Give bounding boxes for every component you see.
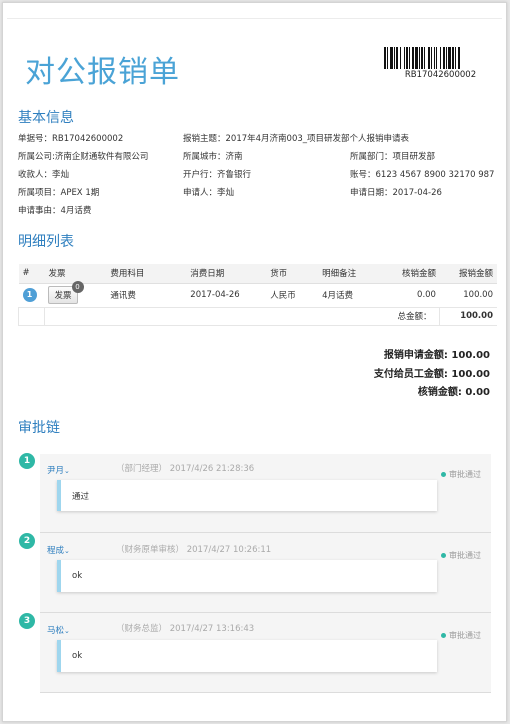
- approval-comment: 通过: [57, 480, 437, 511]
- approver-role: （部门经理）: [116, 464, 168, 474]
- step-divider: [40, 612, 491, 613]
- doc-number: 单据号：RB17042600002: [18, 134, 124, 144]
- step-number-badge: 3: [19, 613, 35, 629]
- total-value: 100.00: [439, 307, 497, 326]
- step-number-badge: 1: [19, 453, 35, 469]
- step-number-badge: 2: [19, 533, 35, 549]
- status-dot-icon: [441, 553, 446, 558]
- approver-role-time: （财务原单审核） 2017/4/27 10:26:11: [116, 543, 271, 555]
- table-row: 1 发票 0 通讯费 2017-04-26 人民币 4月话费 0.00 100.…: [18, 281, 497, 308]
- row-index-cell: 1: [18, 283, 45, 308]
- detail-list-heading: 明细列表: [18, 234, 74, 250]
- col-date: 消费日期: [186, 264, 267, 284]
- step-divider: [40, 692, 491, 693]
- approver-name-link[interactable]: 程成⌄: [47, 544, 70, 556]
- invoice-cell: 发票 0: [44, 281, 107, 308]
- approval-time: 2017/4/26 21:28:36: [169, 464, 255, 474]
- barcode: [384, 47, 460, 69]
- account-number: 账号：6123 4567 8900 32170 987: [350, 170, 495, 180]
- expense-subject: 报销主题：2017年4月济南003_项目研发部个人报销申请表: [183, 134, 410, 144]
- apply-amount-summary: 报销申请金额: 100.00: [383, 350, 490, 361]
- project: 所属项目：APEX 1期: [18, 188, 100, 198]
- document-title: 对公报销单: [25, 55, 180, 90]
- approver-name: 程成: [47, 546, 65, 556]
- approver-name-link[interactable]: 马松⌄: [47, 624, 70, 636]
- col-writeoff: 核销金额: [386, 264, 440, 284]
- city: 所属城市：济南: [183, 152, 243, 162]
- col-category: 费用科目: [106, 264, 187, 284]
- approval-time: 2017/4/27 10:26:11: [186, 545, 272, 555]
- col-currency: 货币: [266, 264, 319, 284]
- status-dot-icon: [441, 472, 446, 477]
- chevron-down-icon: ⌄: [64, 627, 70, 635]
- apply-reason: 申请事由：4月话费: [18, 206, 92, 216]
- approval-comment: ok: [57, 560, 437, 592]
- top-divider: [7, 18, 502, 19]
- col-index: #: [18, 264, 45, 284]
- col-note: 明细备注: [318, 264, 387, 284]
- basic-info-heading: 基本信息: [18, 110, 74, 126]
- table-header-row: # 发票 费用科目 消费日期 货币 明细备注 核销金额 报销金额: [18, 264, 497, 284]
- invoice-count-badge: 0: [71, 281, 84, 293]
- col-invoice: 发票: [44, 264, 107, 284]
- barcode-number: RB17042600002: [404, 70, 477, 80]
- approver-role-time: （财务总监） 2017/4/27 13:16:43: [116, 622, 254, 634]
- writeoff-cell: 0.00: [386, 283, 440, 308]
- currency-cell: 人民币: [266, 283, 319, 308]
- approver-role: （财务原单审核）: [116, 545, 185, 555]
- approver-name: 马松: [47, 626, 65, 636]
- step-divider: [40, 532, 491, 533]
- approval-status: 审批通过: [441, 550, 481, 561]
- detail-table: # 发票 费用科目 消费日期 货币 明细备注 核销金额 报销金额 1 发票 0: [18, 264, 497, 326]
- approval-chain-heading: 审批链: [18, 420, 60, 436]
- approval-status: 审批通过: [441, 630, 481, 641]
- approver-role-time: （部门经理） 2017/4/26 21:28:36: [116, 462, 254, 474]
- approval-status-text: 审批通过: [449, 631, 481, 640]
- status-dot-icon: [441, 633, 446, 638]
- chevron-down-icon: ⌄: [64, 467, 70, 475]
- col-amount: 报销金额: [439, 264, 497, 284]
- bank: 开户行：齐鲁银行: [183, 170, 252, 180]
- note-cell: 4月话费: [318, 283, 387, 308]
- payee: 收款人：李灿: [18, 170, 70, 180]
- expense-form-sheet: 对公报销单 RB17042600002 基本信息 单据号：RB170426000…: [2, 2, 507, 722]
- writeoff-amount-summary: 核销金额: 0.00: [417, 387, 490, 398]
- category-cell: 通讯费: [106, 283, 187, 308]
- company: 所属公司:济南企财通软件有限公司: [18, 152, 149, 162]
- amount-cell: 100.00: [439, 283, 497, 308]
- approval-status-text: 审批通过: [449, 470, 481, 479]
- approver-name: 尹月: [47, 466, 65, 476]
- chevron-down-icon: ⌄: [64, 547, 70, 555]
- department: 所属部门：项目研发部: [350, 152, 436, 162]
- total-label: 总金额：: [43, 307, 440, 326]
- total-row: 总金额： 100.00: [18, 307, 497, 326]
- invoice-button[interactable]: 发票 0: [48, 281, 84, 304]
- approval-time: 2017/4/27 13:16:43: [169, 624, 255, 634]
- approver-name-link[interactable]: 尹月⌄: [47, 464, 70, 476]
- invoice-button-label: 发票: [54, 291, 72, 301]
- date-cell: 2017-04-26: [186, 283, 267, 308]
- pay-amount-summary: 支付给员工金额: 100.00: [373, 369, 490, 380]
- total-spacer: [18, 307, 45, 326]
- apply-date: 申请日期：2017-04-26: [350, 188, 442, 198]
- approver-role: （财务总监）: [116, 624, 168, 634]
- applicant: 申请人：李灿: [183, 188, 235, 198]
- row-index-badge: 1: [22, 288, 37, 302]
- approval-status: 审批通过: [441, 469, 481, 480]
- approval-comment: ok: [57, 640, 437, 672]
- approval-status-text: 审批通过: [449, 551, 481, 560]
